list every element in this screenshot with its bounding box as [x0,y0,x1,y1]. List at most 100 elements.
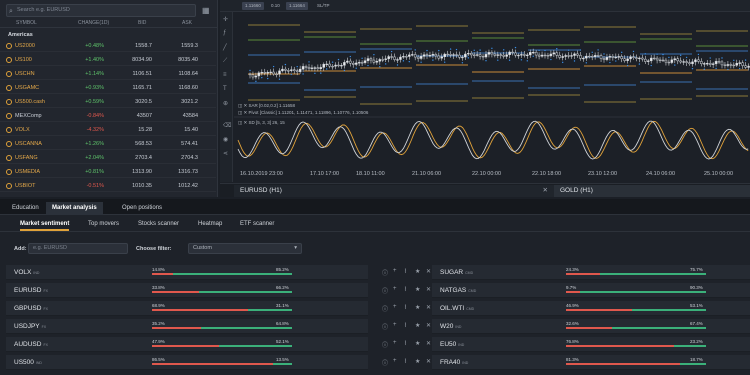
close-icon[interactable]: ✕ [543,185,548,197]
watchlist-row[interactable]: VOLX -4.32% 15.28 15.40 [0,124,216,136]
info-icon[interactable]: ⓘ [382,340,388,349]
tab-education[interactable]: Education [6,202,45,215]
close-icon[interactable]: ✕ [426,304,431,311]
row-bid[interactable]: 8034.90 [116,57,152,63]
watchlist-row[interactable]: MEXComp -0.84% 43507 43584 [0,110,216,122]
camera-icon[interactable]: ◉ [223,136,228,143]
tab-open-positions[interactable]: Open positions [116,202,168,215]
favorite-icon[interactable] [6,127,12,133]
row-ask[interactable]: 1108.64 [162,71,198,77]
volume-input[interactable]: 0.10 [268,2,283,10]
text-tool-icon[interactable]: T [223,86,227,92]
sentiment-row[interactable]: USDJPY FX 35.2% 64.8% ⓘ + ⌇ ★ ✕ [6,319,431,334]
add-icon[interactable]: + [393,322,397,328]
subtab-etf-scanner[interactable]: ETF scanner [240,221,274,227]
row-ask[interactable]: 1559.3 [162,43,198,49]
star-icon[interactable]: ★ [415,286,420,293]
share-icon[interactable]: ⋖ [223,150,228,157]
favorite-icon[interactable] [6,57,12,63]
favorite-icon[interactable] [6,71,12,77]
sentiment-row[interactable]: FRA40 IND 81.3% 18.7% [432,355,750,370]
chart-tab-eurusd[interactable]: EURUSD (H1) ✕ [234,185,554,197]
watchlist-row[interactable]: USFANG +2.04% 2703.4 2704.3 [0,152,216,164]
sentiment-row[interactable]: EU50 IND 76.8% 23.2% [432,337,750,352]
chart-panel[interactable]: 1.11660 0.10 1.11664 SL/TP ✛ ƒ ╱ ⟋ ≡ T ⊕… [220,0,750,197]
row-bid[interactable]: 3020.5 [116,99,152,105]
favorite-icon[interactable] [6,183,12,189]
filter-select[interactable]: Custom ▾ [188,243,302,254]
sar-indicator-label[interactable]: ◫ ✕ SAR [0.02,0.2] 1.11658 [238,103,295,109]
info-icon[interactable]: ⓘ [382,268,388,277]
row-ask[interactable]: 2704.3 [162,155,198,161]
row-bid[interactable]: 1106.51 [116,71,152,77]
row-bid[interactable]: 1313.90 [116,169,152,175]
row-ask[interactable]: 43584 [162,113,198,119]
watchlist-row[interactable]: USGAMC +0.93% 1165.71 1168.60 [0,82,216,94]
row-ask[interactable]: 574.41 [162,141,198,147]
sentiment-row[interactable]: W20 IND 32.6% 67.4% [432,319,750,334]
favorite-icon[interactable] [6,43,12,49]
sd-indicator-label[interactable]: ◫ ✕ SD [5, 3, 3] 26, 15 [238,120,285,126]
line-tool-icon[interactable]: ╱ [223,44,227,51]
watchlist-row[interactable]: USBIOT -0.51% 1010.35 1012.42 [0,180,216,192]
row-bid[interactable]: 1165.71 [116,85,152,91]
zoom-icon[interactable]: ⊕ [223,100,228,107]
info-icon[interactable]: ⓘ [382,304,388,313]
close-icon[interactable]: ✕ [426,358,431,365]
sentiment-row[interactable]: US500 IND 86.5% 13.5% ⓘ + ⌇ ★ ✕ [6,355,431,370]
favorite-icon[interactable] [6,169,12,175]
watchlist-row[interactable]: USCHN +1.14% 1106.51 1108.64 [0,68,216,80]
sentiment-row[interactable]: SUGAR CMD 24.3% 75.7% [432,265,750,280]
favorite-icon[interactable] [6,141,12,147]
column-bid[interactable]: BID [138,20,146,26]
add-icon[interactable]: + [393,268,397,274]
info-icon[interactable]: ⓘ [382,322,388,331]
star-icon[interactable]: ★ [415,268,420,275]
subtab-heatmap[interactable]: Heatmap [198,221,222,227]
row-bid[interactable]: 1558.7 [116,43,152,49]
chart-icon[interactable]: ⌇ [404,340,407,347]
row-ask[interactable]: 1316.73 [162,169,198,175]
price-chart[interactable] [234,12,750,170]
sentiment-row[interactable]: GBPUSD FX 68.9% 31.1% ⓘ + ⌇ ★ ✕ [6,301,431,316]
column-change[interactable]: CHANGE(1D) [78,20,109,26]
add-icon[interactable]: + [393,286,397,292]
column-symbol[interactable]: SYMBOL [16,20,37,26]
chart-icon[interactable]: ⌇ [404,322,407,329]
row-ask[interactable]: 1168.60 [162,85,198,91]
star-icon[interactable]: ★ [415,322,420,329]
watchlist-row[interactable]: US100 +1.40% 8034.90 8035.40 [0,54,216,66]
add-symbol-input[interactable]: e.g. EURUSD [28,243,128,254]
sentiment-row[interactable]: NATGAS CMD 9.7% 90.3% [432,283,750,298]
chart-icon[interactable]: ⌇ [404,358,407,365]
row-bid[interactable]: 2703.4 [116,155,152,161]
sell-price-button[interactable]: 1.11660 [242,2,264,10]
sentiment-row[interactable]: AUDUSD FX 47.9% 52.1% ⓘ + ⌇ ★ ✕ [6,337,431,352]
watchlist-row[interactable]: USMEDIA +0.81% 1313.90 1316.73 [0,166,216,178]
watchlist-search-input[interactable]: ⌕ Search e.g. EURUSD [6,4,196,17]
row-ask[interactable]: 3021.2 [162,99,198,105]
group-label[interactable]: Americas [8,32,33,38]
watchlist-row[interactable]: US2000 +0.48% 1558.7 1559.3 [0,40,216,52]
add-icon[interactable]: + [393,358,397,364]
row-bid[interactable]: 568.53 [116,141,152,147]
sentiment-row[interactable]: OIL.WTI CMD 46.9% 53.1% [432,301,750,316]
star-icon[interactable]: ★ [415,304,420,311]
star-icon[interactable]: ★ [415,358,420,365]
row-ask[interactable]: 8035.40 [162,57,198,63]
watchlist-row[interactable]: USCANNA +1.26% 568.53 574.41 [0,138,216,150]
grid-view-icon[interactable]: ▦ [202,6,212,15]
favorite-icon[interactable] [6,85,12,91]
favorite-icon[interactable] [6,113,12,119]
add-icon[interactable]: + [393,340,397,346]
sentiment-row[interactable]: VOLX IND 14.8% 85.2% ⓘ + ⌇ ★ ✕ [6,265,431,280]
row-bid[interactable]: 15.28 [116,127,152,133]
trash-icon[interactable]: ⌫ [223,122,231,129]
ray-tool-icon[interactable]: ⟋ [223,58,227,65]
row-bid[interactable]: 1010.35 [116,183,152,189]
star-icon[interactable]: ★ [415,340,420,347]
row-ask[interactable]: 1012.42 [162,183,198,189]
sltp-button[interactable]: SL/TP [314,2,333,10]
add-icon[interactable]: + [393,304,397,310]
pivot-indicator-label[interactable]: ◫ ✕ Pivot [Classic] 1.11201, 1.11471, 1.… [238,110,368,116]
